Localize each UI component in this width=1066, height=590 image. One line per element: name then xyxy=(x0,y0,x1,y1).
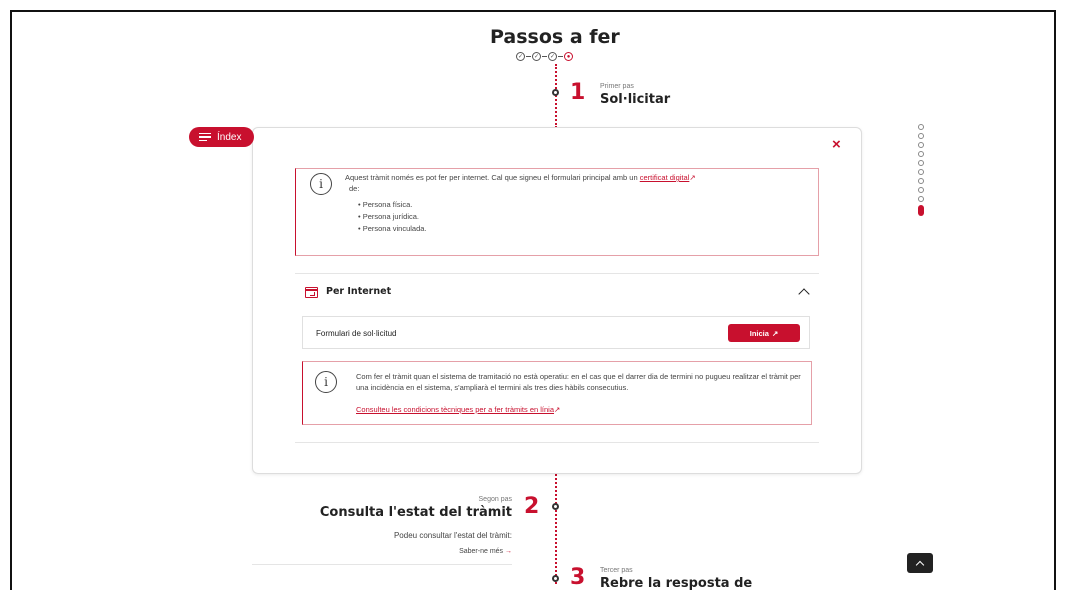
page-title: Passos a fer xyxy=(490,26,620,48)
progress-dot[interactable] xyxy=(918,187,924,193)
timeline-line xyxy=(555,474,557,584)
info-text-before: Aquest tràmit només es pot fer per inter… xyxy=(345,173,640,182)
inicia-button[interactable]: Inicia ↗ xyxy=(728,324,800,342)
section-title: Per Internet xyxy=(326,286,392,297)
menu-icon xyxy=(199,132,211,142)
list-item: • Persona jurídica. xyxy=(358,212,419,221)
step-check-icon: ✓ xyxy=(532,52,541,61)
step-title: Sol·licitar xyxy=(600,92,671,107)
list-item: • Persona física. xyxy=(358,200,413,209)
step-connector xyxy=(526,55,531,58)
info-text: Aquest tràmit només es pot fer per inter… xyxy=(345,172,805,183)
progress-dot[interactable] xyxy=(918,196,924,202)
progress-dot[interactable] xyxy=(918,133,924,139)
info-icon: i xyxy=(315,371,337,393)
timeline-line xyxy=(555,64,557,128)
info-icon: i xyxy=(310,173,332,195)
step-check-icon: ✓ xyxy=(548,52,557,61)
progress-dot[interactable] xyxy=(918,178,924,184)
index-label: Índex xyxy=(217,131,242,143)
web-form-icon xyxy=(305,287,318,298)
progress-dot[interactable] xyxy=(918,169,924,175)
progress-dot[interactable] xyxy=(918,160,924,166)
step-current-icon: ● xyxy=(564,52,573,61)
external-link-icon: ↗ xyxy=(554,405,561,414)
step-overline: Tercer pas xyxy=(600,567,633,574)
timeline-node xyxy=(552,575,559,582)
step-number: 1 xyxy=(570,80,586,105)
section-progress-dots[interactable] xyxy=(918,124,924,216)
back-to-top-button[interactable] xyxy=(907,553,933,573)
form-label: Formulari de sol·licitud xyxy=(316,329,397,338)
steps-indicator: ✓ ✓ ✓ ● xyxy=(516,52,573,61)
external-link-icon: ↗ xyxy=(771,328,779,338)
step-number: 2 xyxy=(524,494,540,519)
divider xyxy=(295,442,819,443)
step-title: Consulta l'estat del tràmit xyxy=(319,505,512,520)
saber-mes-link[interactable]: Saber-ne més → xyxy=(400,548,512,555)
index-button[interactable]: Índex xyxy=(189,127,254,147)
timeline-node xyxy=(552,503,559,510)
info-box: i Aquest tràmit només es pot fer per int… xyxy=(295,168,819,256)
step-title: Rebre la resposta de xyxy=(600,576,753,590)
close-icon[interactable]: × xyxy=(832,136,841,153)
conditions-link-wrap: Consulteu les condicions tècniques per a… xyxy=(356,404,560,415)
divider xyxy=(295,273,819,274)
arrow-right-icon: → xyxy=(505,548,512,555)
form-row: Formulari de sol·licitud Inicia ↗ xyxy=(302,316,810,349)
timeline-node xyxy=(552,89,559,96)
list-item: • Persona vinculada. xyxy=(358,224,427,233)
external-link-icon: ↗ xyxy=(689,173,696,182)
step-text: Podeu consultar l'estat del tràmit: xyxy=(393,531,512,540)
chevron-up-icon xyxy=(915,560,925,569)
progress-dot-active[interactable] xyxy=(918,205,924,216)
step-overline: Primer pas xyxy=(600,83,634,90)
info-text-after: de: xyxy=(349,184,360,193)
conditions-link[interactable]: Consulteu les condicions tècniques per a… xyxy=(356,405,554,414)
step-connector xyxy=(542,55,547,58)
info-text: Com fer el tràmit quan el sistema de tra… xyxy=(356,372,801,392)
divider xyxy=(252,564,512,565)
step-check-icon: ✓ xyxy=(516,52,525,61)
progress-dot[interactable] xyxy=(918,124,924,130)
info-box: i Com fer el tràmit quan el sistema de t… xyxy=(302,361,812,425)
progress-dot[interactable] xyxy=(918,151,924,157)
certificat-digital-link[interactable]: certificat digital xyxy=(640,173,690,182)
step-number: 3 xyxy=(570,565,586,590)
progress-dot[interactable] xyxy=(918,142,924,148)
step-connector xyxy=(558,55,563,58)
step-overline: Segon pas xyxy=(478,496,512,503)
